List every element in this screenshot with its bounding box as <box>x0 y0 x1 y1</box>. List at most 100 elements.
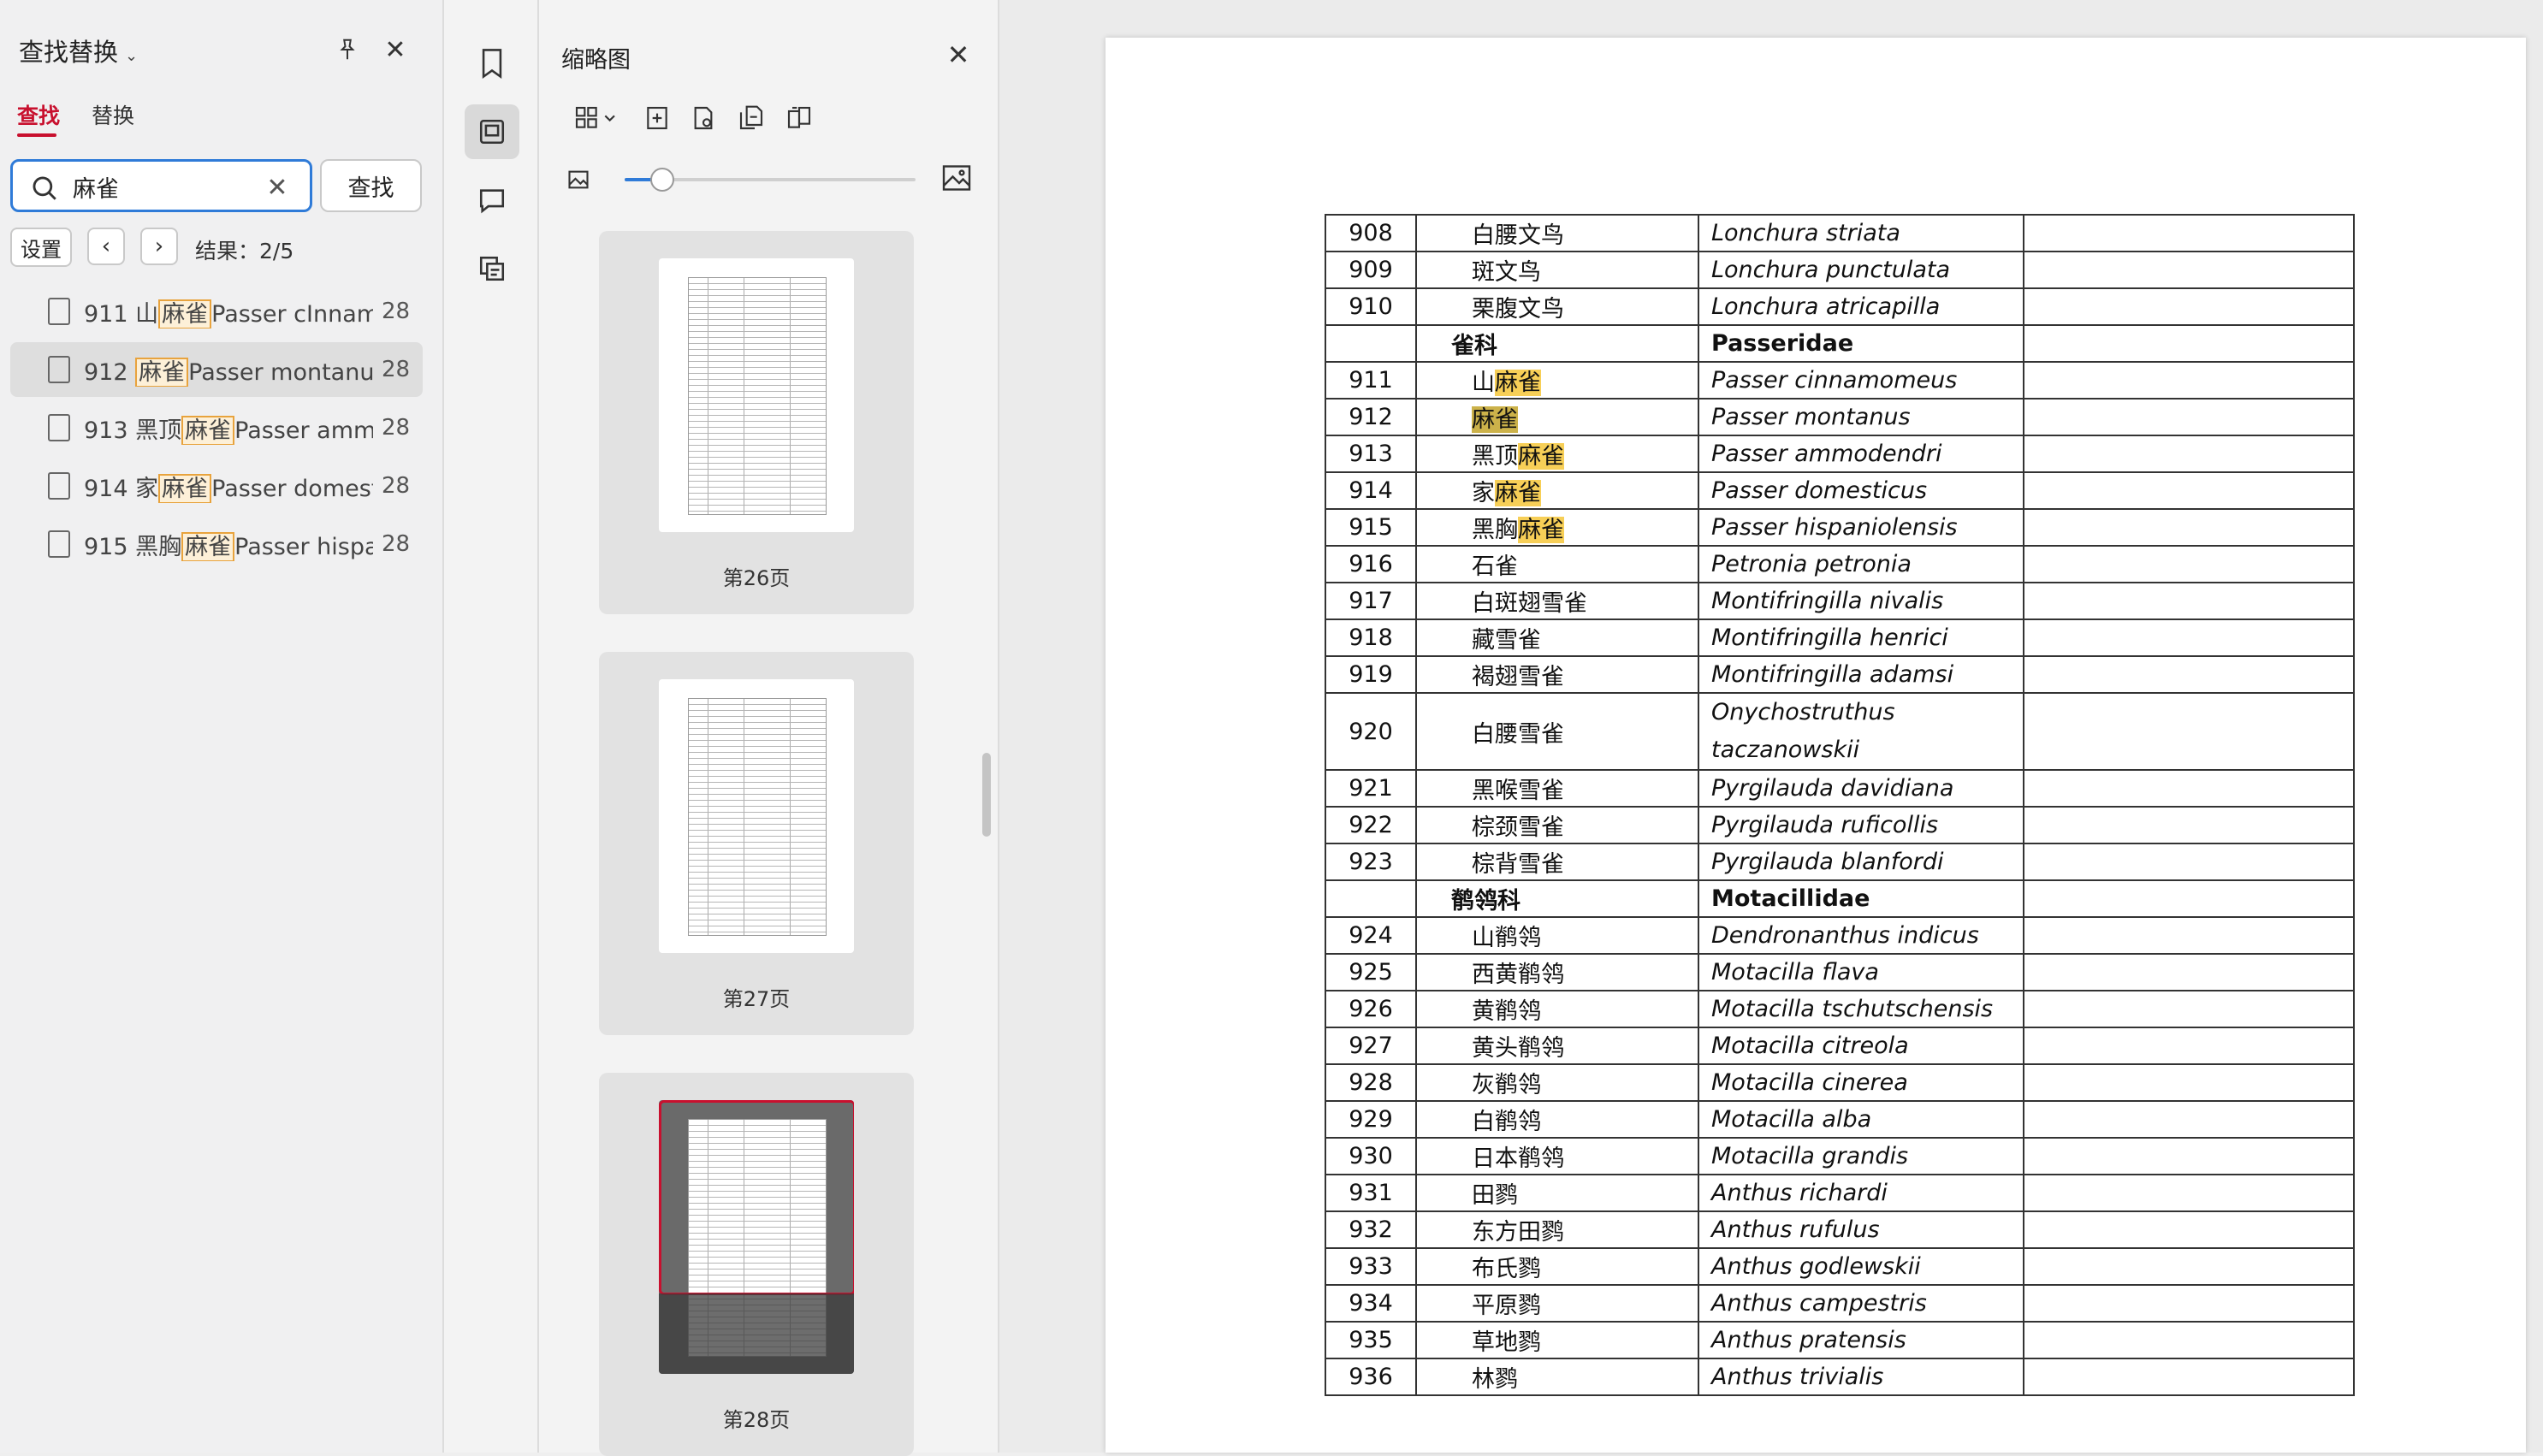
settings-button[interactable]: 设置 <box>10 228 72 267</box>
species-number: 916 <box>1325 545 1417 583</box>
species-name-latin: Motacilla cinerea <box>1698 1063 2024 1102</box>
close-icon[interactable]: ✕ <box>940 36 977 74</box>
species-number <box>1325 879 1417 918</box>
document-icon <box>48 298 70 325</box>
result-match: 麻雀 <box>181 415 235 445</box>
species-name-latin: Motacilla tschutschensis <box>1698 990 2024 1028</box>
notes-cell <box>2023 1321 2355 1359</box>
species-number: 925 <box>1325 953 1417 991</box>
notes-cell <box>2023 1063 2355 1102</box>
notes-cell <box>2023 251 2355 289</box>
name-prefix: 黑胸 <box>1472 517 1518 543</box>
search-result-item[interactable]: 913 黑顶麻雀Passer ammodendri 28 <box>10 400 423 455</box>
table-row: 936 林鹨 Anthus trivialis <box>1325 1358 2355 1396</box>
species-number: 930 <box>1325 1137 1417 1175</box>
species-name-cn: 白腰雪雀 <box>1415 692 1699 771</box>
species-number: 932 <box>1325 1210 1417 1249</box>
table-row: 929 白鹡鸰 Motacilla alba <box>1325 1100 2355 1139</box>
document-icon <box>48 414 70 441</box>
result-page: 28 <box>382 473 411 499</box>
table-row: 927 黄头鹡鸰 Motacilla citreola <box>1325 1027 2355 1065</box>
panel-title: 查找替换 <box>19 38 119 67</box>
close-icon[interactable]: ✕ <box>376 31 414 68</box>
search-result-item-selected[interactable]: 912 麻雀 Passer montanus 28 <box>10 342 423 397</box>
table-row: 920 白腰雪雀 Onychostruthus taczanowskii <box>1325 692 2355 771</box>
species-name-cn: 日本鹡鸰 <box>1415 1137 1699 1175</box>
tab-find[interactable]: 查找 <box>17 99 60 130</box>
species-number: 928 <box>1325 1063 1417 1102</box>
thumbnail-panel-title: 缩略图 <box>561 47 631 74</box>
visible-area-indicator[interactable] <box>659 1100 854 1295</box>
species-number: 910 <box>1325 287 1417 326</box>
bookmark-icon[interactable] <box>465 36 519 91</box>
notes-cell <box>2023 1174 2355 1212</box>
comment-icon[interactable] <box>465 173 519 228</box>
table-row: 913 黑顶麻雀 Passer ammodendri <box>1325 435 2355 473</box>
species-number: 927 <box>1325 1027 1417 1065</box>
species-number: 913 <box>1325 435 1417 473</box>
latin-line: Onychostruthus <box>1711 699 1895 725</box>
next-result-button[interactable]: › <box>140 228 178 265</box>
thumbnail-scrollbar[interactable] <box>982 753 991 837</box>
species-name-latin: Anthus richardi <box>1698 1174 2024 1212</box>
notes-cell <box>2023 545 2355 583</box>
species-name-cn: 西黄鹡鸰 <box>1415 953 1699 991</box>
search-result-item[interactable]: 915 黑胸麻雀Passer hispaniolensis 28 <box>10 517 423 571</box>
notes-cell <box>2023 471 2355 510</box>
search-highlight: 麻雀 <box>1495 480 1541 506</box>
page-thumbnail[interactable]: 第26页 <box>599 231 914 614</box>
thumbnail-label: 第28页 <box>722 1408 791 1432</box>
result-page: 28 <box>382 357 411 382</box>
large-image-icon <box>940 161 974 195</box>
species-number: 921 <box>1325 769 1417 808</box>
extract-page-icon[interactable] <box>734 101 768 135</box>
result-count: 结果：2/5 <box>195 239 294 263</box>
panel-title-dropdown[interactable]: 查找替换 ⌄ <box>19 33 138 68</box>
species-name-latin: Anthus campestris <box>1698 1284 2024 1323</box>
species-number: 936 <box>1325 1358 1417 1396</box>
result-match: 麻雀 <box>158 299 212 328</box>
bird-list-table: 908 白腰文鸟 Lonchura striata 909 斑文鸟 Lonchura pu… <box>1325 214 2355 1396</box>
prev-result-button[interactable]: ‹ <box>87 228 125 265</box>
search-field[interactable]: ✕ <box>10 159 312 212</box>
page-thumbnail-current[interactable]: 第28页 <box>599 1073 914 1456</box>
page-settings-icon[interactable] <box>686 101 720 135</box>
table-row: 934 平原鹨 Anthus campestris <box>1325 1284 2355 1323</box>
page-thumbnail[interactable]: 第27页 <box>599 652 914 1035</box>
species-number: 922 <box>1325 806 1417 844</box>
table-row: 931 田鹨 Anthus richardi <box>1325 1174 2355 1212</box>
find-button[interactable]: 查找 <box>320 159 422 212</box>
search-result-item[interactable]: 914 家麻雀Passer domesticus 28 <box>10 459 423 513</box>
species-name-cn: 山鹡鸰 <box>1415 916 1699 955</box>
species-name-latin: Onychostruthus taczanowskii <box>1698 692 2024 771</box>
table-row: 910 栗腹文鸟 Lonchura atricapilla <box>1325 287 2355 326</box>
notes-cell <box>2023 916 2355 955</box>
replace-page-icon[interactable] <box>782 101 816 135</box>
species-name-latin: Passer ammodendri <box>1698 435 2024 473</box>
family-row: 鹡鸰科 Motacillidae <box>1325 879 2355 918</box>
side-icon-rail <box>444 0 539 1453</box>
species-number: 920 <box>1325 692 1417 771</box>
grid-view-icon[interactable] <box>570 101 625 135</box>
insert-page-icon[interactable] <box>640 101 674 135</box>
notes-cell <box>2023 879 2355 918</box>
search-icon <box>30 174 59 203</box>
search-input[interactable] <box>71 170 263 203</box>
notes-cell <box>2023 1358 2355 1396</box>
zoom-slider-handle[interactable] <box>650 168 674 192</box>
notes-cell <box>2023 582 2355 620</box>
species-name-latin: Anthus pratensis <box>1698 1321 2024 1359</box>
thumbnail-icon[interactable] <box>465 104 519 159</box>
notes-cell <box>2023 692 2355 771</box>
notes-cell <box>2023 435 2355 473</box>
thumbnail-label: 第27页 <box>722 987 791 1011</box>
species-number: 926 <box>1325 990 1417 1028</box>
attachment-list-icon[interactable] <box>465 241 519 296</box>
species-name-latin: Motacilla citreola <box>1698 1027 2024 1065</box>
tab-replace[interactable]: 替换 <box>92 99 134 130</box>
clear-icon[interactable]: ✕ <box>263 173 292 203</box>
result-prefix: 913 黑顶 <box>84 417 182 444</box>
search-result-item[interactable]: 911 山麻雀Passer cInnamomeus 28 <box>10 284 423 339</box>
pin-icon[interactable] <box>329 31 366 68</box>
notes-cell <box>2023 361 2355 400</box>
